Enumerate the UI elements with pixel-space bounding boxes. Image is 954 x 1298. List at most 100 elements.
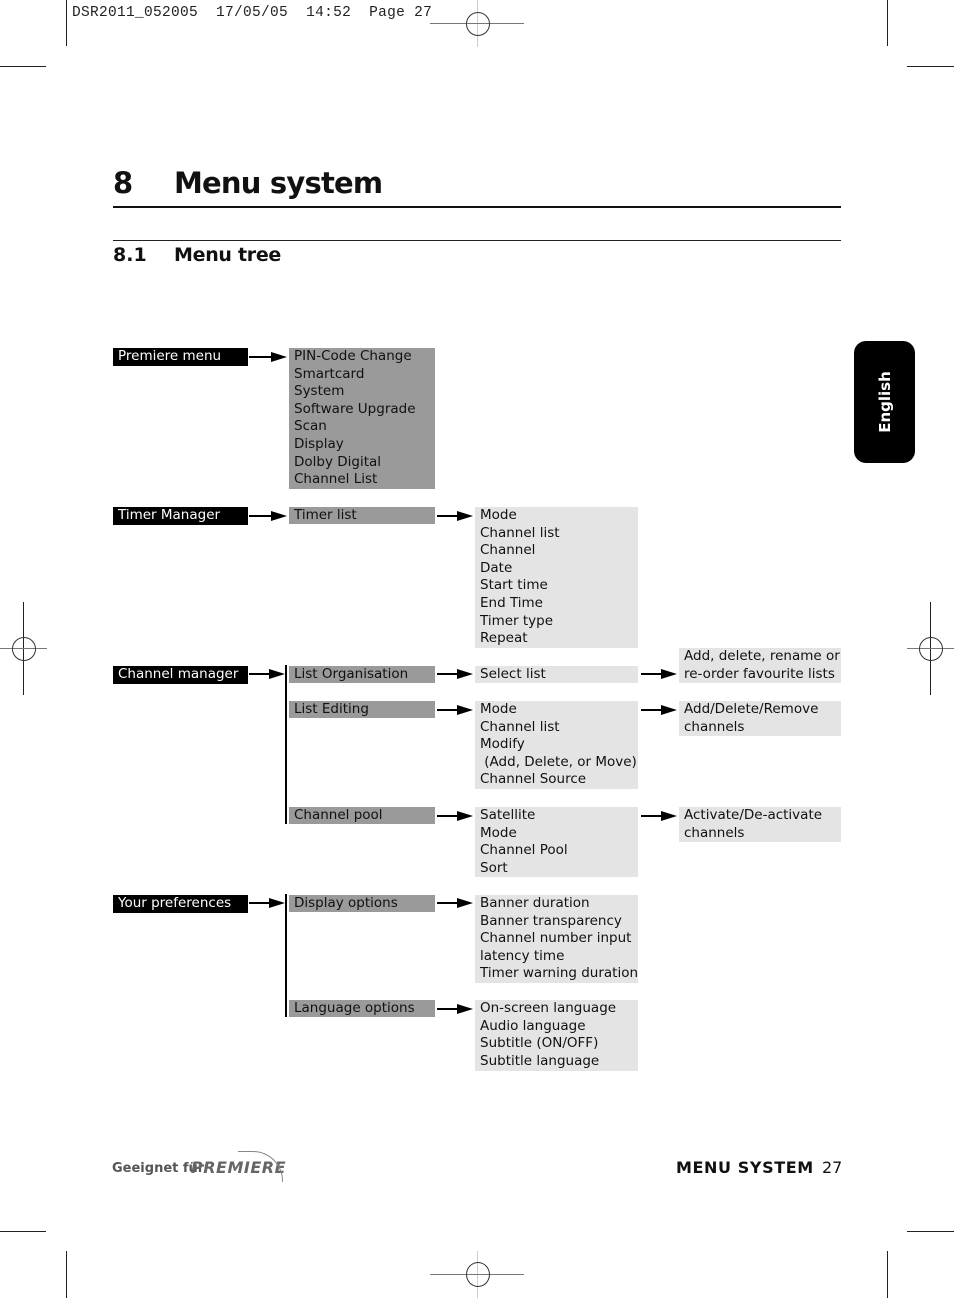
menu-item: Channel list <box>480 524 560 541</box>
arrow-icon <box>437 511 473 521</box>
section-number: 8.1 <box>113 244 147 266</box>
crop-mark <box>907 66 954 67</box>
submenu-timer-list: Timer list <box>289 507 435 524</box>
menu-item: End Time <box>480 594 543 611</box>
crop-mark <box>0 1231 46 1232</box>
footer-section-label: MENU SYSTEM <box>676 1158 814 1177</box>
arrow-icon <box>641 669 677 679</box>
channel-pool-items: Satellite Mode Channel Pool Sort <box>475 807 638 877</box>
menu-item: Timer type <box>480 612 554 629</box>
menu-item: Channel Source <box>480 771 587 788</box>
submenu-list-editing: List Editing <box>289 701 435 718</box>
timer-list-items: Mode Channel list Channel Date Start tim… <box>475 507 638 648</box>
display-options-items: Banner duration Banner transparency Chan… <box>475 895 638 983</box>
menu-item: Display <box>294 435 344 452</box>
menu-item: Mode <box>480 824 517 841</box>
detail-line: re-order favourite lists <box>684 665 835 682</box>
menu-item: Satellite <box>480 807 536 823</box>
section-title: Menu tree <box>174 244 281 266</box>
slug-page-label: Page <box>369 5 406 21</box>
menu-item: Channel Pool <box>480 842 568 859</box>
slug-file: DSR2011_052005 <box>72 5 199 21</box>
detail-line: channels <box>684 718 745 735</box>
root-channel-manager: Channel manager <box>113 666 248 684</box>
crop-mark <box>907 1231 954 1232</box>
menu-item: Timer warning duration <box>480 965 639 982</box>
print-slug: DSR2011_052005 17/05/05 14:52 Page 27 <box>72 5 432 21</box>
language-options-items: On-screen language Audio language Subtit… <box>475 1000 638 1071</box>
language-tab-label-wrap: English <box>854 341 915 463</box>
arrow-icon <box>249 898 285 908</box>
crop-mark <box>66 0 67 46</box>
menu-item: latency time <box>480 947 565 964</box>
slug-time: 14:52 <box>306 5 352 21</box>
arrow-icon <box>437 705 473 715</box>
menu-item: System <box>294 383 345 400</box>
arrow-icon <box>437 1004 473 1014</box>
menu-item: Scan <box>294 418 327 435</box>
slug-page: 27 <box>414 5 433 21</box>
arrow-icon <box>249 352 287 362</box>
tree-bracket <box>285 665 287 824</box>
arrow-icon <box>249 511 287 521</box>
premiere-logo-arc-icon <box>238 1151 283 1182</box>
menu-item: Channel <box>480 542 536 559</box>
submenu-list-organisation: List Organisation <box>289 666 435 683</box>
menu-item: Start time <box>480 577 548 594</box>
submenu-channel-pool: Channel pool <box>289 807 435 824</box>
footer-page-number: 27 <box>822 1158 843 1177</box>
premiere-menu-items: PIN-Code Change Smartcard System Softwar… <box>289 348 435 489</box>
list-organisation-items: Select list <box>475 666 638 683</box>
menu-item: Repeat <box>480 630 528 647</box>
crop-mark <box>887 0 888 46</box>
channel-pool-detail: Activate/De-activate channels <box>679 807 841 842</box>
menu-item: Channel list <box>480 718 560 735</box>
menu-item: Mode <box>480 507 517 523</box>
section-rule <box>113 240 841 241</box>
menu-item: Channel number input <box>480 930 632 947</box>
menu-item: Modify <box>480 736 525 753</box>
chapter-rule <box>113 206 841 208</box>
submenu-display-options: Display options <box>289 895 435 912</box>
menu-item: Audio language <box>480 1017 586 1034</box>
tree-bracket <box>285 894 287 1017</box>
slug-date: 17/05/05 <box>216 5 289 21</box>
menu-item: Date <box>480 559 513 576</box>
menu-item: Subtitle language <box>480 1052 600 1069</box>
detail-line: Activate/De-activate <box>684 807 823 823</box>
list-editing-detail: Add/Delete/Remove channels <box>679 701 841 736</box>
detail-line: Add/Delete/Remove <box>684 701 819 717</box>
arrow-icon <box>437 669 473 679</box>
menu-item: Select list <box>480 666 546 682</box>
menu-item: Channel List <box>294 471 378 488</box>
crop-mark <box>66 1251 67 1298</box>
list-organisation-detail: Add, delete, rename or re-order favourit… <box>679 648 841 683</box>
crop-mark <box>0 66 46 67</box>
menu-item: Subtitle (ON/OFF) <box>480 1035 599 1052</box>
menu-item: On-screen language <box>480 1000 617 1016</box>
arrow-icon <box>249 669 285 679</box>
language-tab-label: English <box>875 371 894 433</box>
root-timer-manager: Timer Manager <box>113 507 248 525</box>
menu-item: Dolby Digital <box>294 453 382 470</box>
menu-item: Banner transparency <box>480 912 622 929</box>
chapter-title: Menu system <box>174 166 383 200</box>
crop-mark <box>887 1251 888 1298</box>
arrow-icon <box>641 705 677 715</box>
menu-item: PIN-Code Change <box>294 348 412 364</box>
detail-line: Add, delete, rename or <box>684 648 840 664</box>
menu-item: Software Upgrade <box>294 400 416 417</box>
menu-item: Smartcard <box>294 365 365 382</box>
chapter-number: 8 <box>113 166 133 200</box>
menu-item: Banner duration <box>480 895 590 911</box>
arrow-icon <box>437 898 473 908</box>
root-premiere-menu: Premiere menu <box>113 348 248 366</box>
submenu-language-options: Language options <box>289 1000 435 1017</box>
menu-item: (Add, Delete, or Move) <box>480 753 637 770</box>
detail-line: channels <box>684 824 745 841</box>
menu-item: Mode <box>480 701 517 717</box>
arrow-icon <box>641 811 677 821</box>
root-your-preferences: Your preferences <box>113 895 248 913</box>
arrow-icon <box>437 811 473 821</box>
menu-item: Sort <box>480 859 508 876</box>
